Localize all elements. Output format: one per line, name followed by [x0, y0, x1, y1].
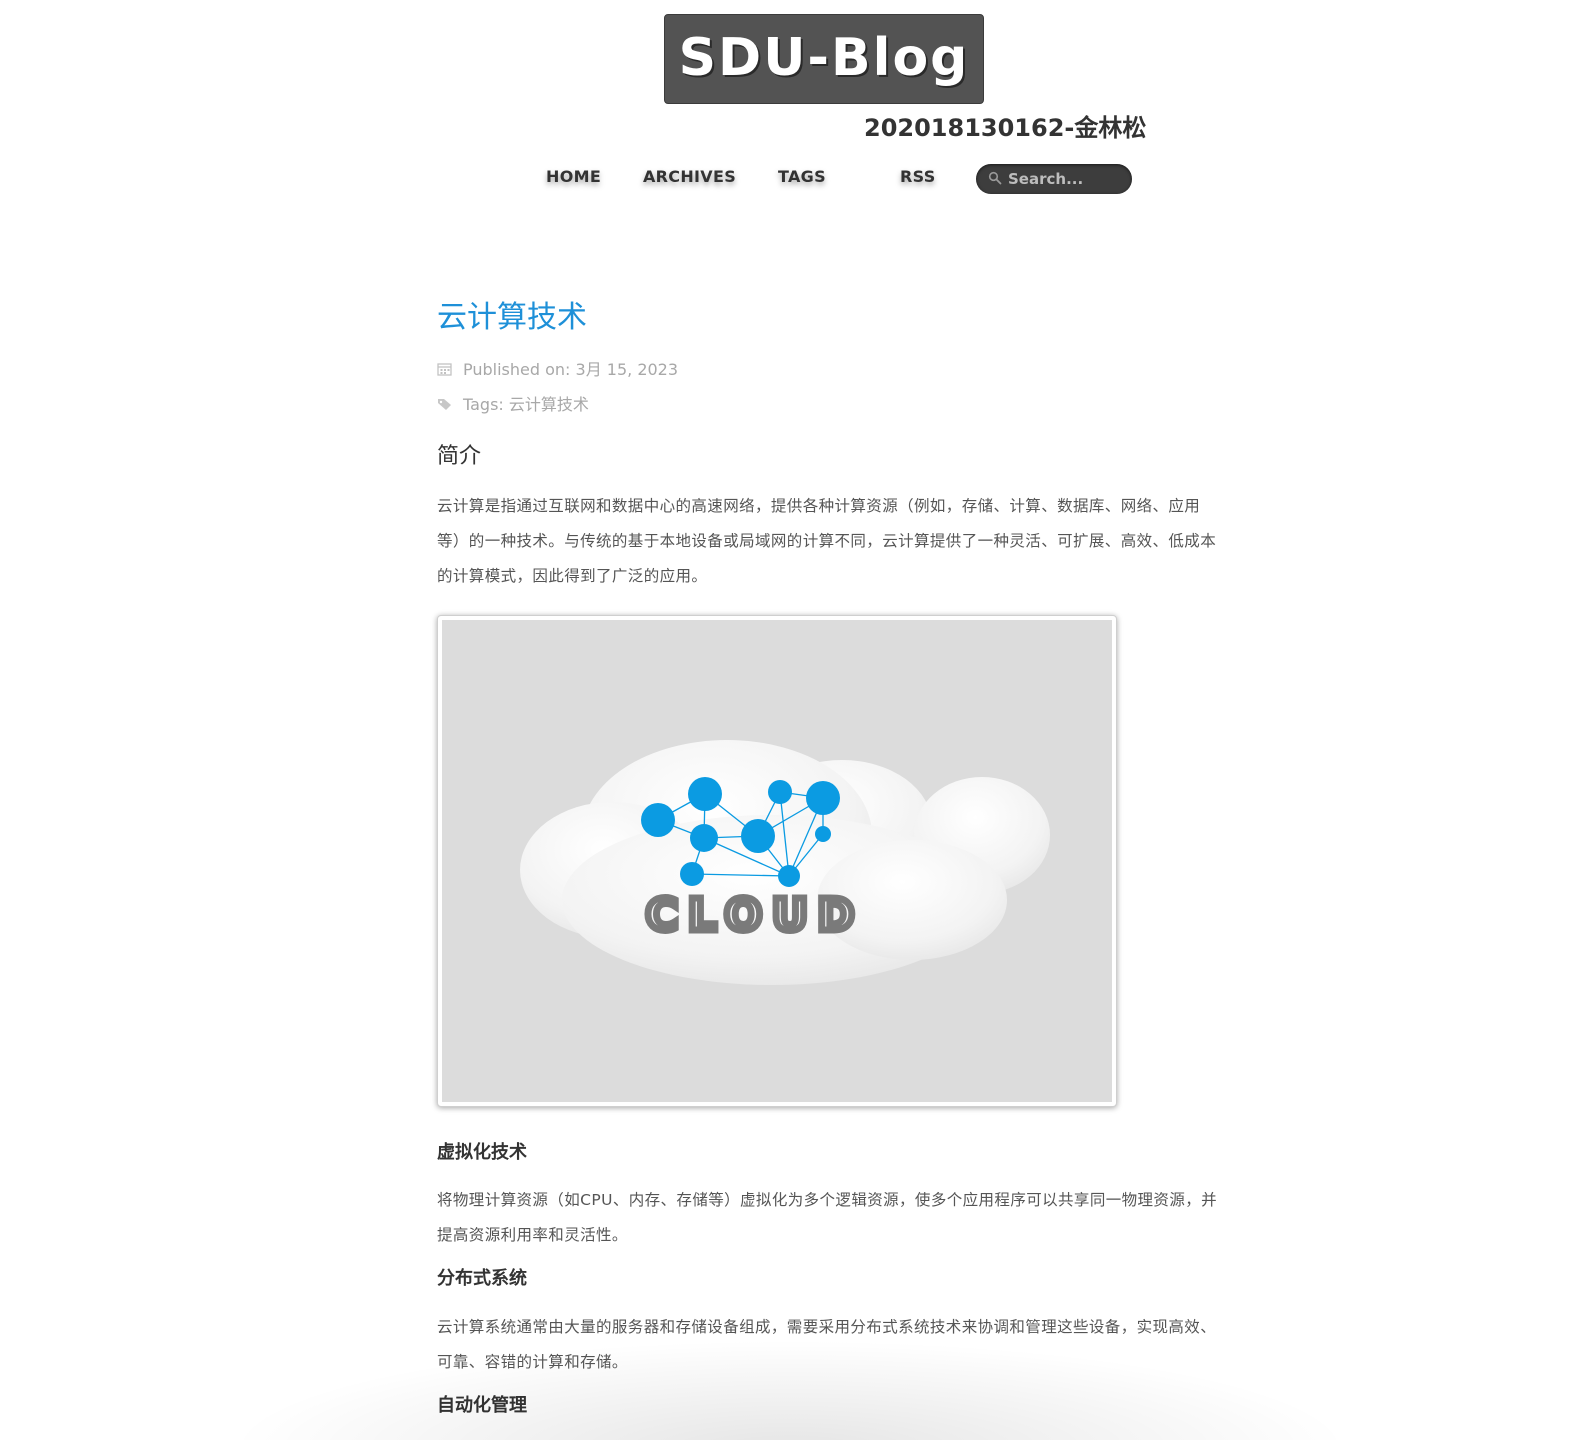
blog-page: SDU-Blog 202018130162-金林松 HOME ARCHIVES …: [0, 0, 1580, 1440]
heading-automation: 自动化管理: [437, 1395, 527, 1416]
intro-paragraph: 云计算是指通过互联网和数据中心的高速网络，提供各种计算资源（例如，存储、计算、数…: [437, 497, 1217, 585]
virtualization-paragraph: 将物理计算资源（如CPU、内存、存储等）虚拟化为多个逻辑资源，使多个应用程序可以…: [437, 1191, 1218, 1244]
nav-rss-link[interactable]: RSS: [900, 167, 936, 186]
post-date: Published on: 3月 15, 2023: [437, 356, 678, 380]
post-tags: Tags: 云计算技术: [437, 391, 589, 415]
nav-home-link[interactable]: HOME: [546, 167, 601, 186]
post-tags-prefix: Tags:: [463, 395, 509, 414]
search-icon: [988, 171, 1002, 185]
search-box[interactable]: [976, 164, 1132, 194]
section-title-intro: 简介: [437, 444, 482, 469]
post-date-text: Published on: 3月 15, 2023: [463, 360, 679, 379]
site-logo[interactable]: SDU-Blog: [664, 14, 984, 104]
cloud-wordmark: CLOUD: [646, 890, 864, 941]
post-title-link[interactable]: 云计算技术: [437, 292, 587, 336]
calendar-icon: [437, 363, 452, 376]
heading-distributed-systems: 分布式系统: [437, 1268, 527, 1289]
nav-archives-link[interactable]: ARCHIVES: [643, 167, 736, 186]
cloud-illustration: CLOUD: [442, 620, 1112, 1102]
nav-tags-link[interactable]: TAGS: [778, 167, 826, 186]
distributed-systems-paragraph: 云计算系统通常由大量的服务器和存储设备组成，需要采用分布式系统技术来协调和管理这…: [437, 1318, 1217, 1371]
tag-icon: [438, 399, 451, 410]
cloud-figure: CLOUD: [437, 615, 1117, 1107]
heading-virtualization: 虚拟化技术: [437, 1142, 527, 1163]
tag-link[interactable]: 云计算技术: [509, 395, 589, 414]
site-subtitle: 202018130162-金林松: [864, 114, 1147, 142]
search-input[interactable]: [1008, 168, 1124, 190]
